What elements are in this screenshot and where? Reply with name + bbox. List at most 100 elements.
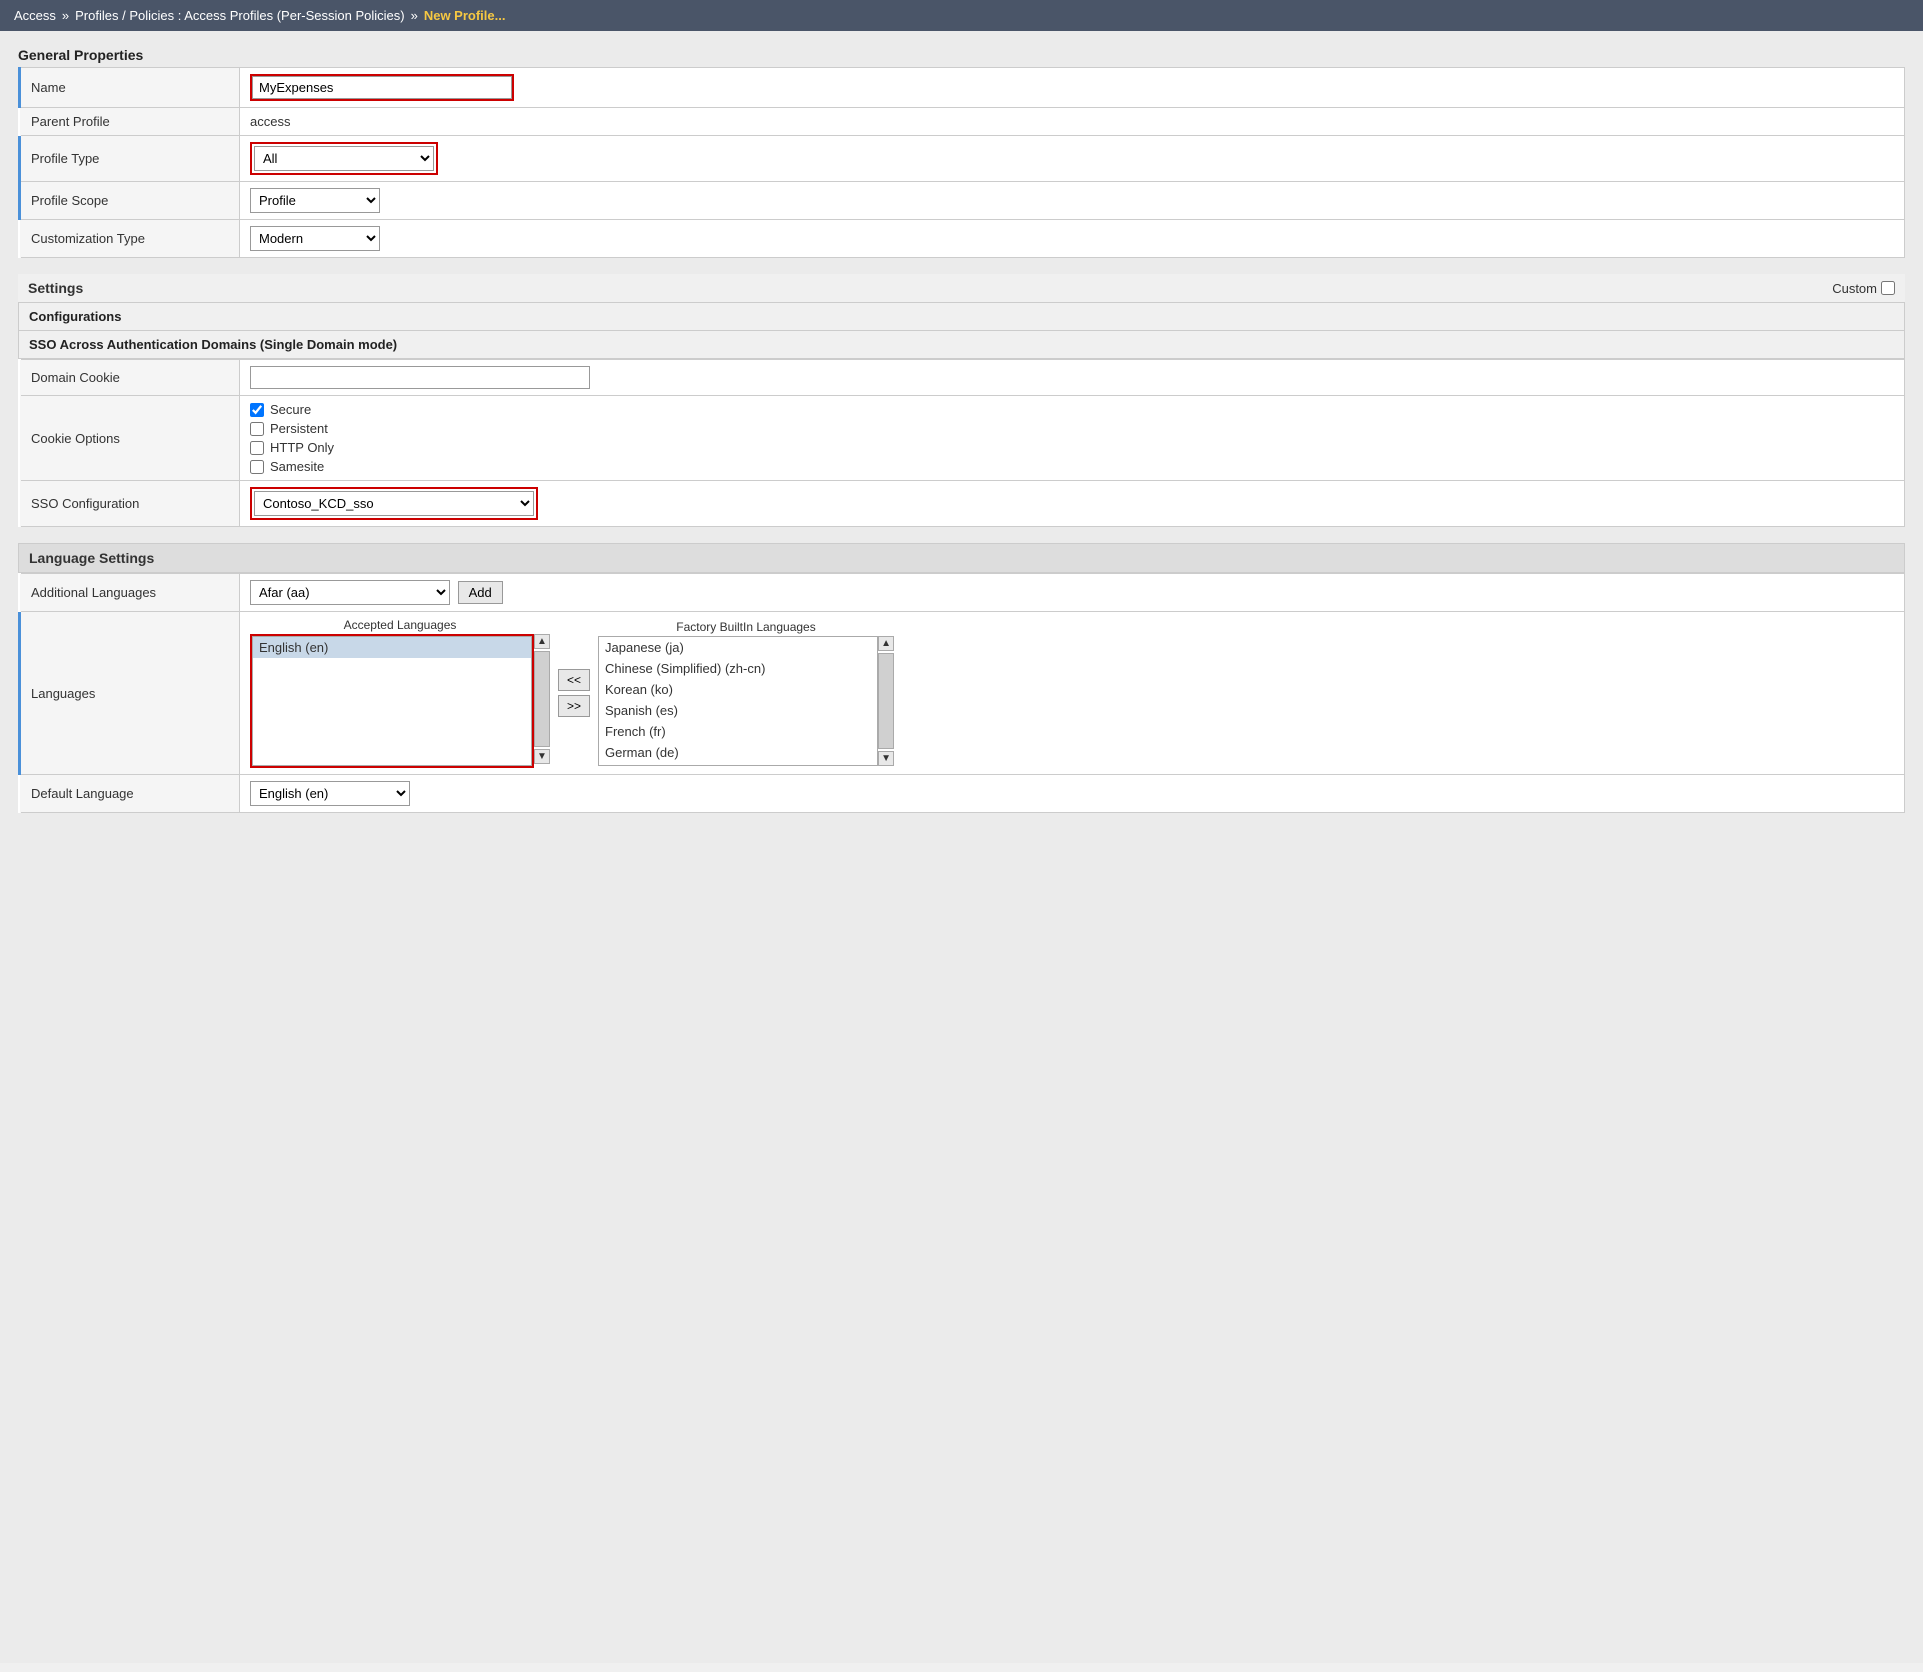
profile-type-row: Profile Type All LTM SSL-VPN Modern — [20, 136, 1905, 182]
name-row: Name — [20, 68, 1905, 108]
general-properties-heading: General Properties — [18, 47, 1905, 63]
move-left-button[interactable]: << — [558, 669, 590, 691]
language-settings-table: Additional Languages Afar (aa) English (… — [18, 573, 1905, 813]
list-item[interactable]: English (en) — [253, 637, 531, 658]
samesite-label: Samesite — [270, 459, 324, 474]
sso-config-value-cell: Contoso_KCD_sso None — [240, 481, 1905, 527]
move-right-button[interactable]: >> — [558, 695, 590, 717]
nav-sep2: » — [411, 8, 418, 23]
main-content: General Properties Name Parent Profile — [0, 31, 1923, 1663]
languages-value-cell: Accepted Languages English (en) ▲ — [240, 612, 1905, 775]
factory-scroll-down[interactable]: ▼ — [878, 751, 894, 766]
secure-label: Secure — [270, 402, 311, 417]
cookie-options-label: Cookie Options — [20, 396, 240, 481]
default-language-label: Default Language — [20, 775, 240, 813]
scroll-track — [534, 651, 550, 747]
additional-languages-select[interactable]: Afar (aa) English (en) Spanish (es) Fren… — [250, 580, 450, 605]
customization-type-value-cell: Modern Standard — [240, 220, 1905, 258]
persistent-option: Persistent — [250, 421, 1894, 436]
list-item[interactable]: Japanese (ja) — [599, 637, 877, 658]
factory-scroll-up[interactable]: ▲ — [878, 636, 894, 651]
domain-cookie-input[interactable] — [250, 366, 590, 389]
settings-row: Settings Custom — [18, 274, 1905, 303]
customization-type-row: Customization Type Modern Standard — [20, 220, 1905, 258]
customization-type-select[interactable]: Modern Standard — [250, 226, 380, 251]
http-only-option: HTTP Only — [250, 440, 1894, 455]
factory-languages-listbox[interactable]: Japanese (ja) Chinese (Simplified) (zh-c… — [598, 636, 878, 766]
nav-access[interactable]: Access — [14, 8, 56, 23]
profile-scope-row: Profile Scope Profile Virtual Server Nam… — [20, 182, 1905, 220]
settings-section: Settings Custom Configurations SSO Acros… — [18, 274, 1905, 527]
sso-config-row: SSO Configuration Contoso_KCD_sso None — [20, 481, 1905, 527]
parent-profile-value: access — [240, 108, 1905, 136]
domain-cookie-value-cell — [240, 360, 1905, 396]
accepted-languages-highlight: English (en) — [250, 634, 534, 768]
nav-sep1: » — [62, 8, 69, 23]
languages-label: Languages — [20, 612, 240, 775]
add-language-button[interactable]: Add — [458, 581, 503, 604]
profile-type-select[interactable]: All LTM SSL-VPN Modern — [254, 146, 434, 171]
persistent-label: Persistent — [270, 421, 328, 436]
samesite-option: Samesite — [250, 459, 1894, 474]
factory-scroll-track — [878, 653, 894, 749]
additional-languages-row: Additional Languages Afar (aa) English (… — [20, 574, 1905, 612]
name-value-cell — [240, 68, 1905, 108]
list-item[interactable]: German (de) — [599, 742, 877, 763]
language-settings-heading: Language Settings — [18, 543, 1905, 573]
settings-heading: Settings — [28, 280, 83, 296]
additional-languages-label: Additional Languages — [20, 574, 240, 612]
sso-config-highlight-box: Contoso_KCD_sso None — [250, 487, 538, 520]
parent-profile-text: access — [250, 114, 290, 129]
scroll-down-arrow[interactable]: ▼ — [534, 749, 550, 764]
cookie-options-group: Secure Persistent HTTP Only Samesit — [250, 402, 1894, 474]
additional-languages-value-cell: Afar (aa) English (en) Spanish (es) Fren… — [240, 574, 1905, 612]
persistent-checkbox[interactable] — [250, 422, 264, 436]
configurations-heading: Configurations — [18, 303, 1905, 331]
default-language-row: Default Language English (en) Japanese (… — [20, 775, 1905, 813]
name-input[interactable] — [252, 76, 512, 99]
sso-table: Domain Cookie Cookie Options Secure — [18, 359, 1905, 527]
list-item[interactable]: French (fr) — [599, 721, 877, 742]
domain-cookie-label: Domain Cookie — [20, 360, 240, 396]
secure-checkbox[interactable] — [250, 403, 264, 417]
customization-type-label: Customization Type — [20, 220, 240, 258]
default-language-select[interactable]: English (en) Japanese (ja) Spanish (es) — [250, 781, 410, 806]
list-item[interactable]: Korean (ko) — [599, 679, 877, 700]
parent-profile-row: Parent Profile access — [20, 108, 1905, 136]
default-language-value-cell: English (en) Japanese (ja) Spanish (es) — [240, 775, 1905, 813]
sso-heading: SSO Across Authentication Domains (Singl… — [18, 331, 1905, 359]
samesite-checkbox[interactable] — [250, 460, 264, 474]
nav-profiles-policies[interactable]: Profiles / Policies : Access Profiles (P… — [75, 8, 404, 23]
secure-option: Secure — [250, 402, 1894, 417]
profile-scope-select[interactable]: Profile Virtual Server Named — [250, 188, 380, 213]
profile-scope-value-cell: Profile Virtual Server Named — [240, 182, 1905, 220]
nav-new-profile: New Profile... — [424, 8, 506, 23]
custom-label: Custom — [1832, 281, 1877, 296]
name-highlight-box — [250, 74, 514, 101]
accepted-languages-listbox[interactable]: English (en) — [252, 636, 532, 766]
accepted-languages-container: Accepted Languages English (en) ▲ — [250, 618, 550, 768]
list-item[interactable]: Chinese (Simplified) (zh-cn) — [599, 658, 877, 679]
parent-profile-label: Parent Profile — [20, 108, 240, 136]
factory-scrollbar: ▲ ▼ — [878, 636, 894, 766]
http-only-label: HTTP Only — [270, 440, 334, 455]
profile-scope-label: Profile Scope — [20, 182, 240, 220]
domain-cookie-row: Domain Cookie — [20, 360, 1905, 396]
general-properties-table: Name Parent Profile access — [18, 67, 1905, 258]
accepted-scrollbar: ▲ ▼ — [534, 634, 550, 764]
general-properties-section: General Properties Name Parent Profile — [18, 47, 1905, 258]
name-label: Name — [20, 68, 240, 108]
lang-lists-container: Accepted Languages English (en) ▲ — [250, 618, 1894, 768]
cookie-options-row: Cookie Options Secure Persistent — [20, 396, 1905, 481]
sso-config-label: SSO Configuration — [20, 481, 240, 527]
language-settings-section: Language Settings Additional Languages A… — [18, 543, 1905, 813]
scroll-up-arrow[interactable]: ▲ — [534, 634, 550, 649]
custom-checkbox-container: Custom — [1832, 281, 1895, 296]
list-item[interactable]: Spanish (es) — [599, 700, 877, 721]
sso-configuration-select[interactable]: Contoso_KCD_sso None — [254, 491, 534, 516]
accepted-languages-heading: Accepted Languages — [250, 618, 550, 632]
http-only-checkbox[interactable] — [250, 441, 264, 455]
factory-languages-container: Factory BuiltIn Languages Japanese (ja) … — [598, 620, 894, 766]
custom-checkbox[interactable] — [1881, 281, 1895, 295]
languages-row: Languages Accepted Languages English (en… — [20, 612, 1905, 775]
